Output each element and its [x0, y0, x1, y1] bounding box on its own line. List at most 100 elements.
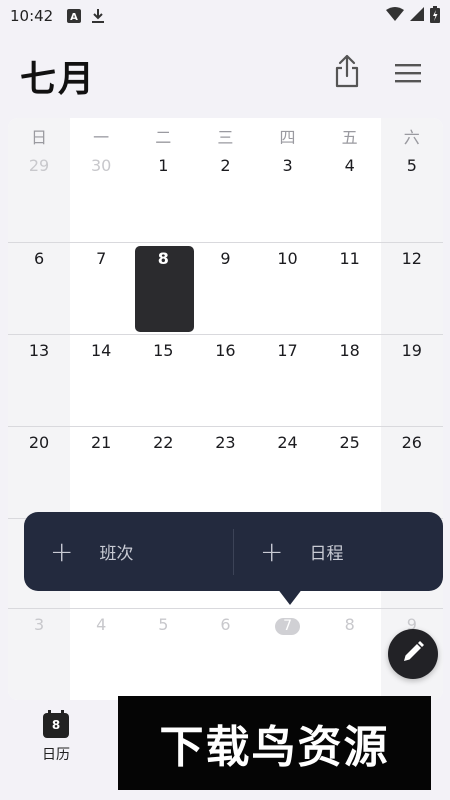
add-shift-label: 班次 [99, 544, 134, 564]
add-popup: + 班次 + 日程 [24, 512, 443, 605]
day-cell[interactable]: 20 [8, 427, 70, 518]
share-button[interactable] [330, 54, 364, 92]
day-cell[interactable]: 16 [194, 335, 256, 426]
battery-charging-icon [430, 5, 440, 27]
day-number: 5 [406, 156, 417, 175]
day-cell[interactable]: 5 [132, 609, 194, 700]
day-number: 16 [215, 341, 236, 360]
day-number: 12 [401, 249, 422, 268]
weekday-label: 五 [341, 128, 358, 147]
day-number: 23 [215, 433, 236, 452]
day-cell[interactable]: 12 [381, 243, 443, 334]
today-day-number: 8 [157, 249, 169, 268]
nav-calendar-tab[interactable]: 8 日历 [30, 710, 82, 770]
day-cell[interactable]: 11 [319, 243, 381, 334]
status-bar: 10:42 A [0, 0, 450, 32]
day-cell[interactable]: 17 [257, 335, 319, 426]
day-cell[interactable]: 9 [194, 243, 256, 334]
day-cell[interactable]: 3 [257, 150, 319, 241]
day-number: 5 [158, 615, 169, 634]
popup-pointer [277, 588, 303, 605]
add-shift-button[interactable]: + 班次 [24, 512, 233, 591]
weekday-label: 四 [279, 128, 296, 147]
day-cell[interactable]: 5 [381, 150, 443, 241]
day-number: 8 [344, 615, 355, 634]
weekday-label: 六 [403, 128, 420, 147]
day-cell[interactable]: 4 [319, 150, 381, 241]
signal-icon [410, 7, 424, 25]
weekday-label: 一 [93, 128, 110, 147]
day-cell[interactable]: 7 [70, 243, 132, 334]
download-icon [91, 8, 105, 24]
day-cell[interactable]: 10 [257, 243, 319, 334]
wifi-icon [386, 7, 404, 25]
day-number: 3 [282, 156, 293, 175]
svg-text:A: A [70, 12, 78, 23]
day-cell[interactable]: 3 [8, 609, 70, 700]
weekday-label: 二 [155, 128, 172, 147]
day-number: 3 [33, 615, 45, 634]
day-cell[interactable]: 30 [70, 150, 132, 241]
day-cell[interactable]: 8 [319, 609, 381, 700]
day-cell[interactable]: 15 [132, 335, 194, 426]
day-cell[interactable]: 6 [8, 243, 70, 334]
week-row: 29 30 1 2 3 4 5 [8, 150, 443, 241]
day-number: 20 [28, 433, 50, 452]
day-number: 17 [277, 341, 298, 360]
day-cell[interactable]: 19 [381, 335, 443, 426]
watermark-logo: 下载鸟资源 [118, 696, 431, 790]
menu-button[interactable] [392, 62, 424, 88]
day-number: 30 [91, 156, 112, 175]
day-cell[interactable]: 25 [319, 427, 381, 518]
day-cell[interactable]: 29 [8, 150, 70, 241]
a-badge-icon: A [67, 9, 82, 23]
month-calendar: 日 一 二 三 四 五 六 29 30 1 2 3 4 5 6 7 8 9 10… [8, 118, 443, 700]
status-time: 10:42 [10, 7, 54, 25]
week-row: 13 14 15 16 17 18 19 [8, 334, 443, 425]
day-number: 18 [339, 341, 360, 360]
day-cell-selected[interactable]: 7 [257, 609, 319, 700]
day-cell[interactable]: 26 [381, 427, 443, 518]
share-icon [333, 54, 361, 92]
day-cell[interactable]: 14 [70, 335, 132, 426]
week-row: 6 7 8 9 10 11 12 [8, 242, 443, 333]
calendar-icon-day: 8 [51, 718, 61, 732]
selected-day-pill: 7 [275, 618, 301, 635]
day-number: 7 [96, 249, 107, 268]
day-cell[interactable]: 1 [132, 150, 194, 241]
day-cell[interactable]: 22 [132, 427, 194, 518]
day-number: 21 [91, 433, 112, 452]
day-number: 15 [153, 341, 174, 360]
day-cell[interactable]: 6 [194, 609, 256, 700]
header: 七月 [0, 40, 450, 110]
add-schedule-button[interactable]: + 日程 [234, 512, 443, 591]
day-number: 4 [344, 156, 355, 175]
day-number: 26 [401, 433, 422, 452]
day-number: 11 [339, 249, 360, 268]
month-title: 七月 [20, 59, 97, 100]
weekday-header: 日 一 二 三 四 五 六 [8, 124, 443, 148]
weekday-label: 日 [31, 128, 48, 147]
week-row: 20 21 22 23 24 25 26 [8, 426, 443, 517]
nav-calendar-label: 日历 [42, 747, 70, 763]
day-number: 22 [153, 433, 174, 452]
day-cell[interactable]: 4 [70, 609, 132, 700]
day-cell[interactable]: 18 [319, 335, 381, 426]
plus-icon: + [50, 534, 74, 568]
day-number: 10 [277, 249, 298, 268]
day-number: 24 [277, 433, 298, 452]
day-cell[interactable]: 13 [8, 335, 70, 426]
day-cell[interactable]: 24 [257, 427, 319, 518]
add-schedule-label: 日程 [309, 544, 344, 564]
day-cell[interactable]: 2 [194, 150, 256, 241]
day-number: 2 [220, 156, 231, 175]
day-cell[interactable]: 21 [70, 427, 132, 518]
day-number: 14 [91, 341, 112, 360]
menu-icon [395, 63, 421, 87]
edit-fab-button[interactable] [388, 629, 438, 679]
day-cell[interactable]: 23 [194, 427, 256, 518]
day-number: 9 [220, 249, 231, 268]
calendar-icon: 8 [43, 710, 69, 738]
day-number: 29 [28, 156, 50, 175]
day-number: 13 [28, 341, 50, 360]
